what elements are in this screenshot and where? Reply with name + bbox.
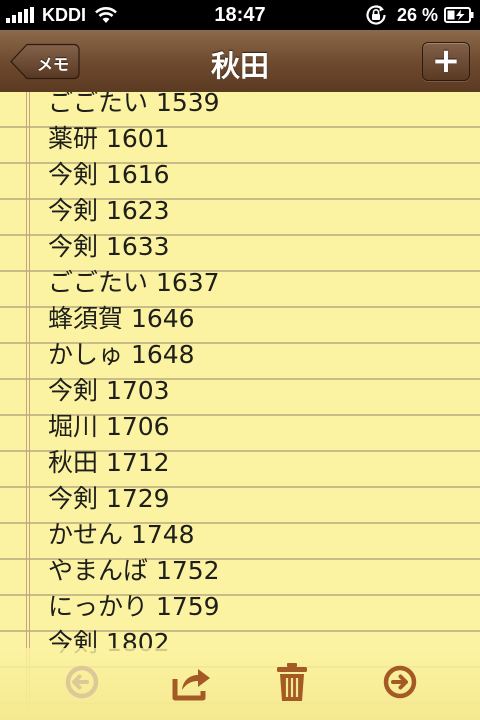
note-line: 今剣 1633	[48, 232, 170, 261]
note-line: 秋田 1712	[48, 448, 170, 477]
note-line: やまんば 1752	[48, 556, 220, 585]
next-note-button[interactable]	[376, 658, 424, 706]
trash-icon	[277, 663, 307, 701]
note-title: 秋田	[210, 49, 269, 83]
note-line: ごごたい 1539	[48, 92, 220, 117]
status-right: 26 %	[365, 4, 474, 26]
note-line: かせん 1748	[48, 520, 195, 549]
note-line: 今剣 1616	[48, 160, 170, 189]
bottom-toolbar	[0, 648, 480, 720]
note-line: ごごたい 1637	[48, 268, 220, 297]
status-bar: KDDI 18:47 26 %	[0, 0, 480, 30]
note-content[interactable]: ごごたい 1539 薬研 1601 今剣 1616 今剣 1623 今剣 163…	[48, 92, 220, 661]
navigation-bar: メモ 秋田 +	[0, 30, 480, 94]
battery-icon	[444, 7, 474, 23]
note-line: かしゅ 1648	[48, 340, 195, 369]
share-button[interactable]	[166, 658, 214, 706]
paper-margin-lines	[26, 92, 30, 720]
delete-button[interactable]	[268, 658, 316, 706]
note-line: 今剣 1729	[48, 484, 170, 513]
note-line: 薬研 1601	[48, 124, 170, 153]
rotation-lock-icon	[366, 5, 386, 25]
note-line: 蜂須賀 1646	[48, 304, 195, 333]
share-icon	[172, 669, 210, 701]
add-note-button[interactable]: +	[422, 42, 470, 81]
battery-percentage: 26 %	[396, 4, 438, 25]
note-line: 今剣 1623	[48, 196, 170, 225]
note-line: にっかり 1759	[48, 592, 220, 621]
note-line: 今剣 1703	[48, 376, 170, 405]
note-paper[interactable]: ごごたい 1539 薬研 1601 今剣 1616 今剣 1623 今剣 163…	[0, 92, 480, 720]
previous-note-button[interactable]	[58, 658, 106, 706]
note-line: 堀川 1706	[48, 412, 170, 441]
next-arrow-icon	[383, 665, 417, 699]
previous-arrow-icon	[65, 665, 99, 699]
